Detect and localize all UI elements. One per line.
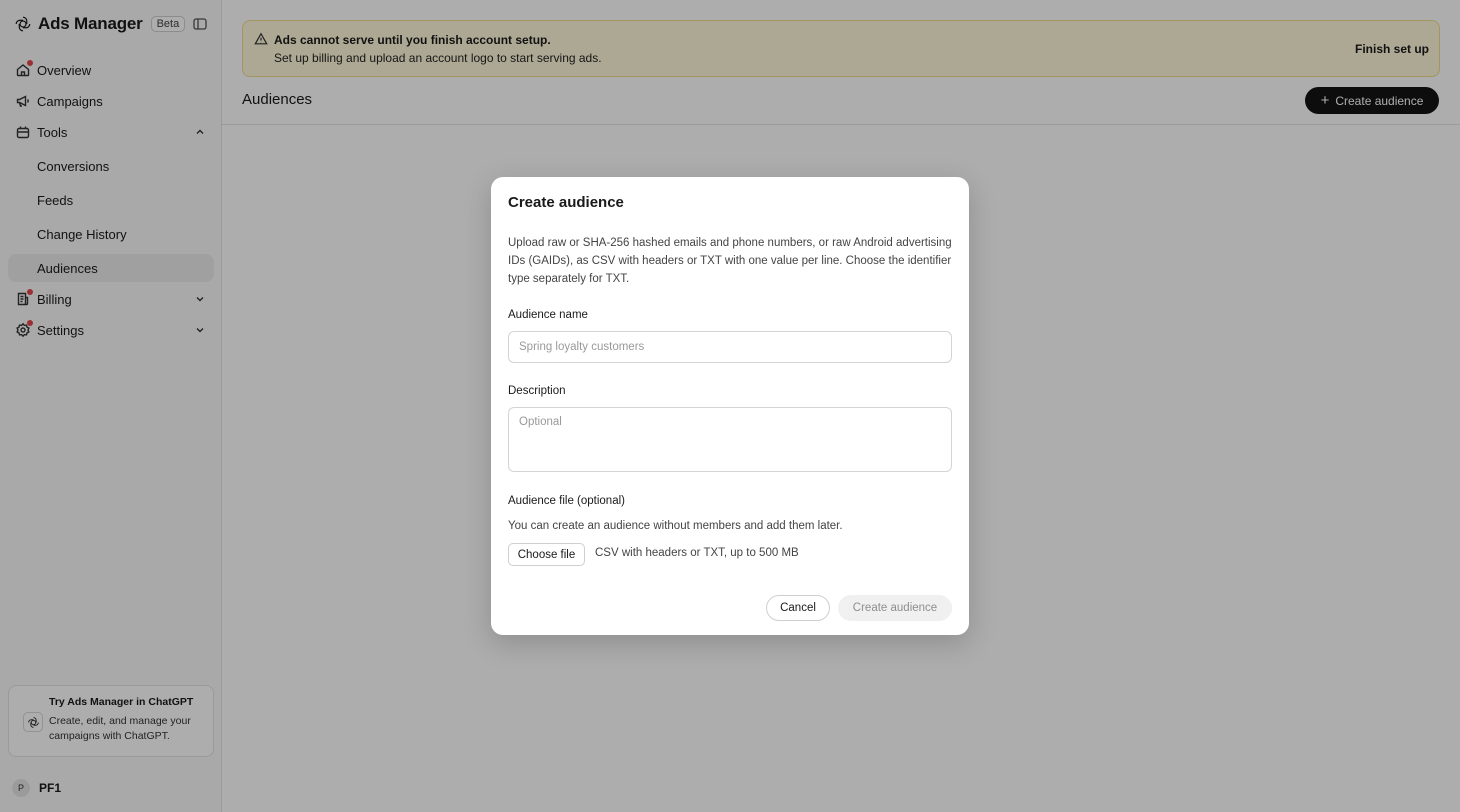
dialog-description: Upload raw or SHA-256 hashed emails and … <box>508 237 952 285</box>
create-audience-dialog: Create audience Upload raw or SHA-256 ha… <box>491 177 969 635</box>
audience-file-hint: You can create an audience without membe… <box>508 520 843 532</box>
dialog-title: Create audience <box>508 194 624 211</box>
audience-file-label: Audience file (optional) <box>508 495 625 507</box>
cancel-button[interactable]: Cancel <box>766 595 830 621</box>
description-textarea[interactable] <box>508 407 952 472</box>
file-requirements-text: CSV with headers or TXT, up to 500 MB <box>595 547 799 559</box>
audience-name-input[interactable] <box>508 331 952 363</box>
choose-file-button[interactable]: Choose file <box>508 543 585 566</box>
description-label: Description <box>508 385 566 397</box>
create-audience-submit-button[interactable]: Create audience <box>838 595 952 621</box>
audience-name-label: Audience name <box>508 309 588 321</box>
